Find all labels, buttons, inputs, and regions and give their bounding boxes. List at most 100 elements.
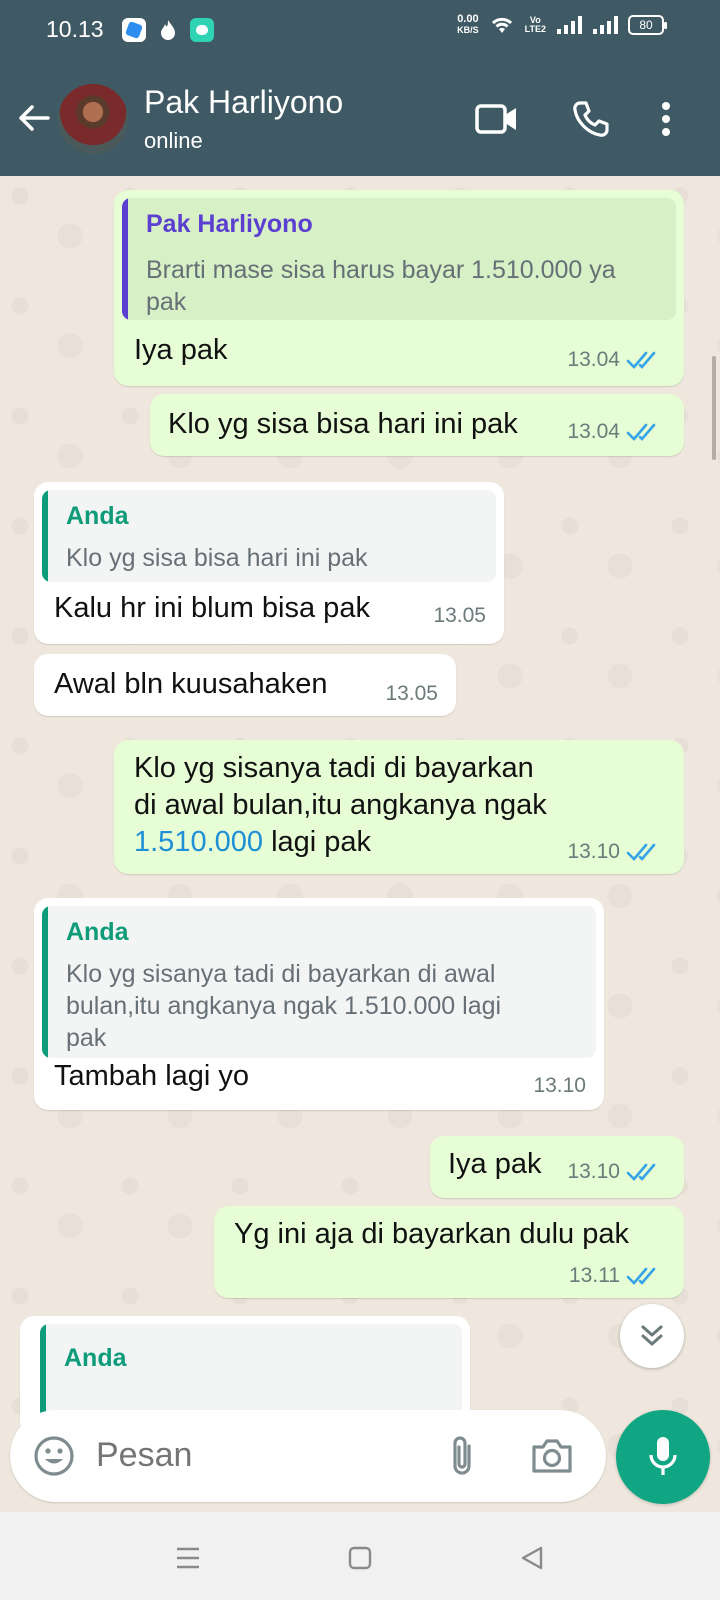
- back-button[interactable]: [14, 98, 54, 138]
- avatar[interactable]: [58, 84, 128, 154]
- chat-header: Pak Harliyono online: [0, 64, 720, 176]
- message-bubble[interactable]: Klo yg sisanya tadi di bayarkan di awal …: [114, 740, 684, 874]
- message-time: 13.04: [567, 348, 620, 371]
- notification-icons: [122, 18, 214, 42]
- message-text-line2: di awal bulan,itu angkanya ngak: [134, 789, 547, 821]
- camera-icon: [532, 1439, 572, 1473]
- quoted-message[interactable]: Pak Harliyono Brarti mase sisa harus bay…: [122, 198, 676, 320]
- message-bubble[interactable]: Pak Harliyono Brarti mase sisa harus bay…: [114, 190, 684, 386]
- nav-menu-button[interactable]: [168, 1538, 208, 1578]
- emoji-button[interactable]: [30, 1432, 78, 1480]
- message-time: 13.05: [433, 604, 486, 627]
- more-options-icon: [662, 102, 670, 136]
- message-time: 13.11: [569, 1264, 620, 1287]
- message-text: Awal bln kuusahaken: [54, 668, 328, 700]
- signal-icon: [557, 16, 582, 34]
- message-text-line1: Klo yg sisanya tadi di bayarkan: [134, 752, 534, 784]
- nav-menu-icon: [177, 1547, 199, 1569]
- system-status-icons: 0.00 KB/S Vo LTE2 80: [457, 14, 667, 36]
- message-bubble[interactable]: Yg ini aja di bayarkan dulu pak 13.11: [214, 1206, 684, 1298]
- message-meta: 13.10: [533, 1074, 586, 1098]
- voice-message-button[interactable]: [616, 1410, 710, 1504]
- volte-bottom: LTE2: [524, 24, 546, 34]
- video-call-icon: [475, 104, 516, 134]
- message-meta: 13.05: [433, 604, 486, 628]
- read-ticks-icon: [626, 351, 656, 369]
- message-text: Iya pak: [134, 334, 228, 366]
- message-time: 13.10: [533, 1074, 586, 1097]
- message-text: Kalu hr ini blum bisa pak: [54, 592, 370, 624]
- status-time: 10.13: [46, 16, 104, 42]
- message-bubble[interactable]: Awal bln kuusahaken 13.05: [34, 654, 456, 716]
- quote-text-line2: bulan,itu angkanya ngak 1.510.000 lagi: [66, 992, 502, 1020]
- number-link[interactable]: 1.510.000: [134, 826, 263, 858]
- message-input[interactable]: [96, 1436, 426, 1475]
- read-ticks-icon: [626, 1163, 656, 1181]
- video-call-button[interactable]: [472, 94, 522, 144]
- message-time: 13.05: [385, 682, 438, 705]
- message-bubble[interactable]: Iya pak 13.10: [430, 1136, 684, 1198]
- message-bubble[interactable]: Anda Klo yg sisa bisa hari ini pak Kalu …: [34, 482, 504, 644]
- voice-call-button[interactable]: [566, 94, 616, 144]
- nav-back-button[interactable]: [512, 1538, 552, 1578]
- message-text: Tambah lagi yo: [54, 1060, 250, 1092]
- read-ticks-icon: [626, 423, 656, 441]
- net-speed-unit: KB/S: [457, 25, 479, 35]
- read-ticks-icon: [626, 843, 656, 861]
- quote-author: Anda: [66, 918, 129, 946]
- quoted-message[interactable]: Anda Klo yg sisa bisa hari ini pak: [42, 490, 496, 582]
- message-bubble[interactable]: Anda Klo yg sisanya tadi di bayarkan di …: [34, 898, 604, 1110]
- message-text: Klo yg sisa bisa hari ini pak: [168, 408, 518, 440]
- net-speed-value: 0.00: [457, 13, 479, 25]
- signal-icon-2: [593, 16, 618, 34]
- nav-back-icon: [521, 1546, 543, 1570]
- message-meta: 13.10: [567, 1160, 660, 1184]
- quote-bar: [122, 198, 128, 320]
- message-meta: 13.11: [569, 1264, 660, 1288]
- message-input-bar: [10, 1410, 606, 1502]
- more-options-button[interactable]: [646, 94, 686, 144]
- attach-button[interactable]: [438, 1432, 486, 1480]
- scroll-down-icon: [641, 1325, 663, 1346]
- scroll-to-bottom-button[interactable]: [620, 1304, 684, 1368]
- quote-author: Anda: [66, 502, 129, 530]
- message-text: Iya pak: [448, 1148, 542, 1180]
- contact-name[interactable]: Pak Harliyono: [144, 84, 343, 121]
- read-ticks-icon: [626, 1267, 656, 1285]
- quote-text-line1: Klo yg sisanya tadi di bayarkan di awal: [66, 960, 496, 988]
- message-text: Yg ini aja di bayarkan dulu pak: [234, 1218, 629, 1250]
- wifi-icon: [491, 17, 512, 33]
- quote-text-line3: pak: [66, 1024, 107, 1052]
- nav-home-button[interactable]: [340, 1538, 380, 1578]
- contact-status: online: [144, 128, 203, 153]
- flame-notification-icon: [156, 18, 180, 42]
- scrollbar[interactable]: [712, 356, 716, 460]
- message-text-tail: lagi pak: [271, 826, 372, 858]
- app-notification-icon: [122, 18, 146, 42]
- net-speed: 0.00 KB/S: [457, 14, 479, 36]
- battery-icon: 80: [628, 15, 667, 35]
- quote-text: Klo yg sisa bisa hari ini pak: [66, 544, 368, 572]
- volte-indicator: Vo LTE2: [525, 16, 546, 34]
- message-meta: 13.05: [385, 682, 438, 706]
- back-arrow-icon: [19, 105, 50, 131]
- quote-bar: [42, 906, 48, 1058]
- quote-author: Anda: [64, 1344, 127, 1372]
- nav-home-icon: [348, 1546, 372, 1570]
- message-bubble[interactable]: Klo yg sisa bisa hari ini pak 13.04: [150, 394, 684, 456]
- quote-author: Pak Harliyono: [146, 210, 313, 238]
- emoji-icon: [34, 1436, 74, 1476]
- mic-icon: [649, 1437, 677, 1475]
- message-meta: 13.04: [567, 348, 660, 372]
- camera-button[interactable]: [528, 1432, 576, 1480]
- message-meta: 13.04: [567, 420, 660, 444]
- phone-icon: [573, 101, 609, 137]
- message-meta: 13.10: [567, 840, 660, 864]
- message-time: 13.10: [567, 1160, 620, 1183]
- system-navigation-bar: [0, 1512, 720, 1600]
- status-bar: 10.13 0.00 KB/S Vo LTE2 80: [0, 0, 720, 64]
- quote-bar: [42, 490, 48, 582]
- chat-messages[interactable]: Pak Harliyono Brarti mase sisa harus bay…: [0, 176, 720, 1504]
- quoted-message[interactable]: Anda Klo yg sisanya tadi di bayarkan di …: [42, 906, 596, 1058]
- quote-text: Brarti mase sisa harus bayar 1.510.000 y…: [146, 256, 616, 316]
